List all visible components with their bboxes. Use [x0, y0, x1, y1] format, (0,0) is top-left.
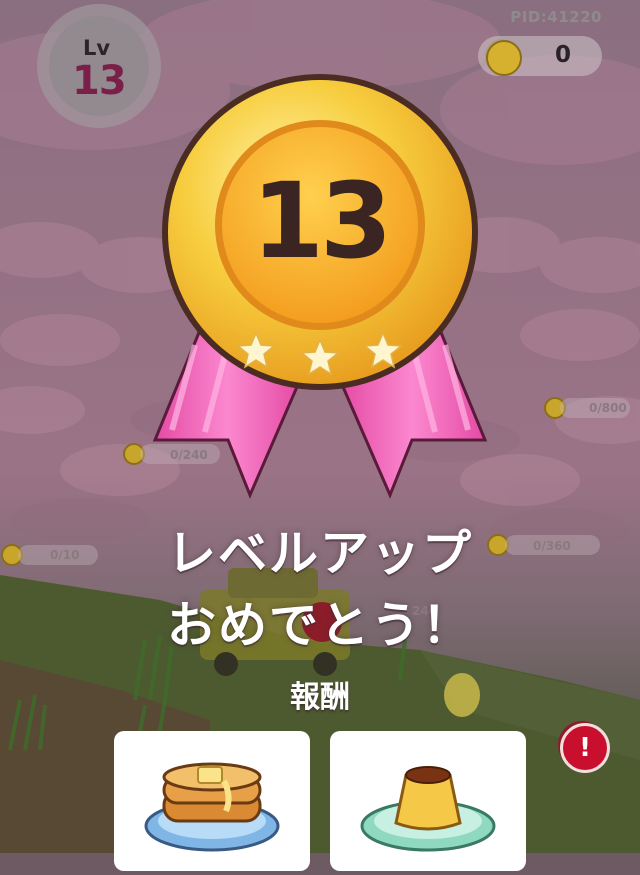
level-up-title: レベルアップ: [166, 525, 473, 582]
background-counter: 0/240: [170, 448, 208, 462]
pudding-icon: [360, 766, 496, 852]
reward-card-pancake[interactable]: [114, 731, 310, 871]
congratulations-text: おめでとう！: [166, 597, 473, 654]
background-art: [0, 0, 640, 853]
coin-count: 0: [555, 42, 572, 68]
background-counter: 0/800: [589, 401, 627, 415]
level-value: 13: [72, 58, 127, 104]
player-id: PID:41220: [510, 8, 602, 26]
coin-icon: [486, 40, 522, 76]
game-scene: 0/800 0/240 0/10 0/360 240 PID:41220 Lv …: [0, 0, 640, 871]
level-label: Lv: [83, 36, 111, 60]
reward-card-pudding[interactable]: [330, 731, 526, 871]
alert-icon[interactable]: !: [560, 723, 610, 773]
medal-level-number: 13: [251, 160, 393, 282]
pancake-icon: [144, 762, 280, 852]
reward-label: 報酬: [290, 680, 350, 715]
